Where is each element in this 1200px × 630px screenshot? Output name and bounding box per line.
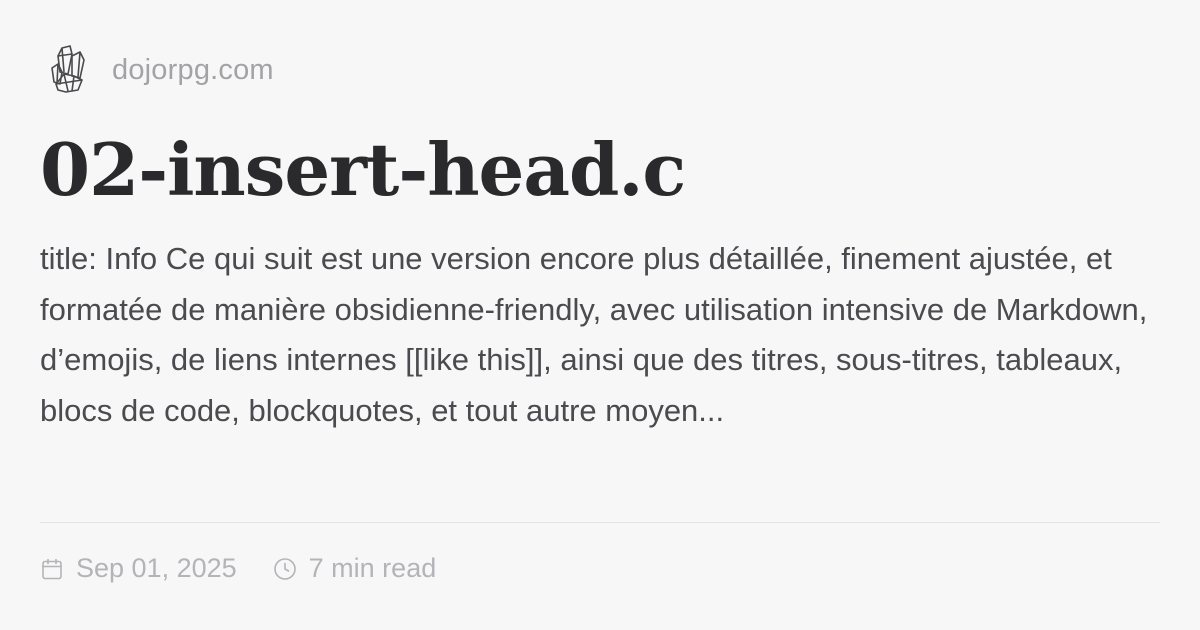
site-name: dojorpg.com (112, 53, 274, 86)
post-date: Sep 01, 2025 (40, 553, 237, 584)
clock-icon (273, 557, 296, 580)
post-date-text: Sep 01, 2025 (76, 553, 237, 583)
crystal-icon (51, 45, 85, 93)
post-excerpt: title: Info Ce qui suit est une version … (40, 241, 1148, 428)
read-time: 7 min read (273, 553, 437, 584)
post-title: 02-insert-head.c (40, 127, 686, 212)
post-meta: Sep 01, 2025 7 min read (40, 553, 436, 584)
site-header[interactable]: dojorpg.com (48, 42, 274, 98)
calendar-icon (42, 558, 62, 579)
share-card: dojorpg.com 02-insert-head.c title: Info… (0, 0, 1200, 630)
divider (40, 522, 1160, 523)
read-time-text: 7 min read (308, 553, 437, 583)
